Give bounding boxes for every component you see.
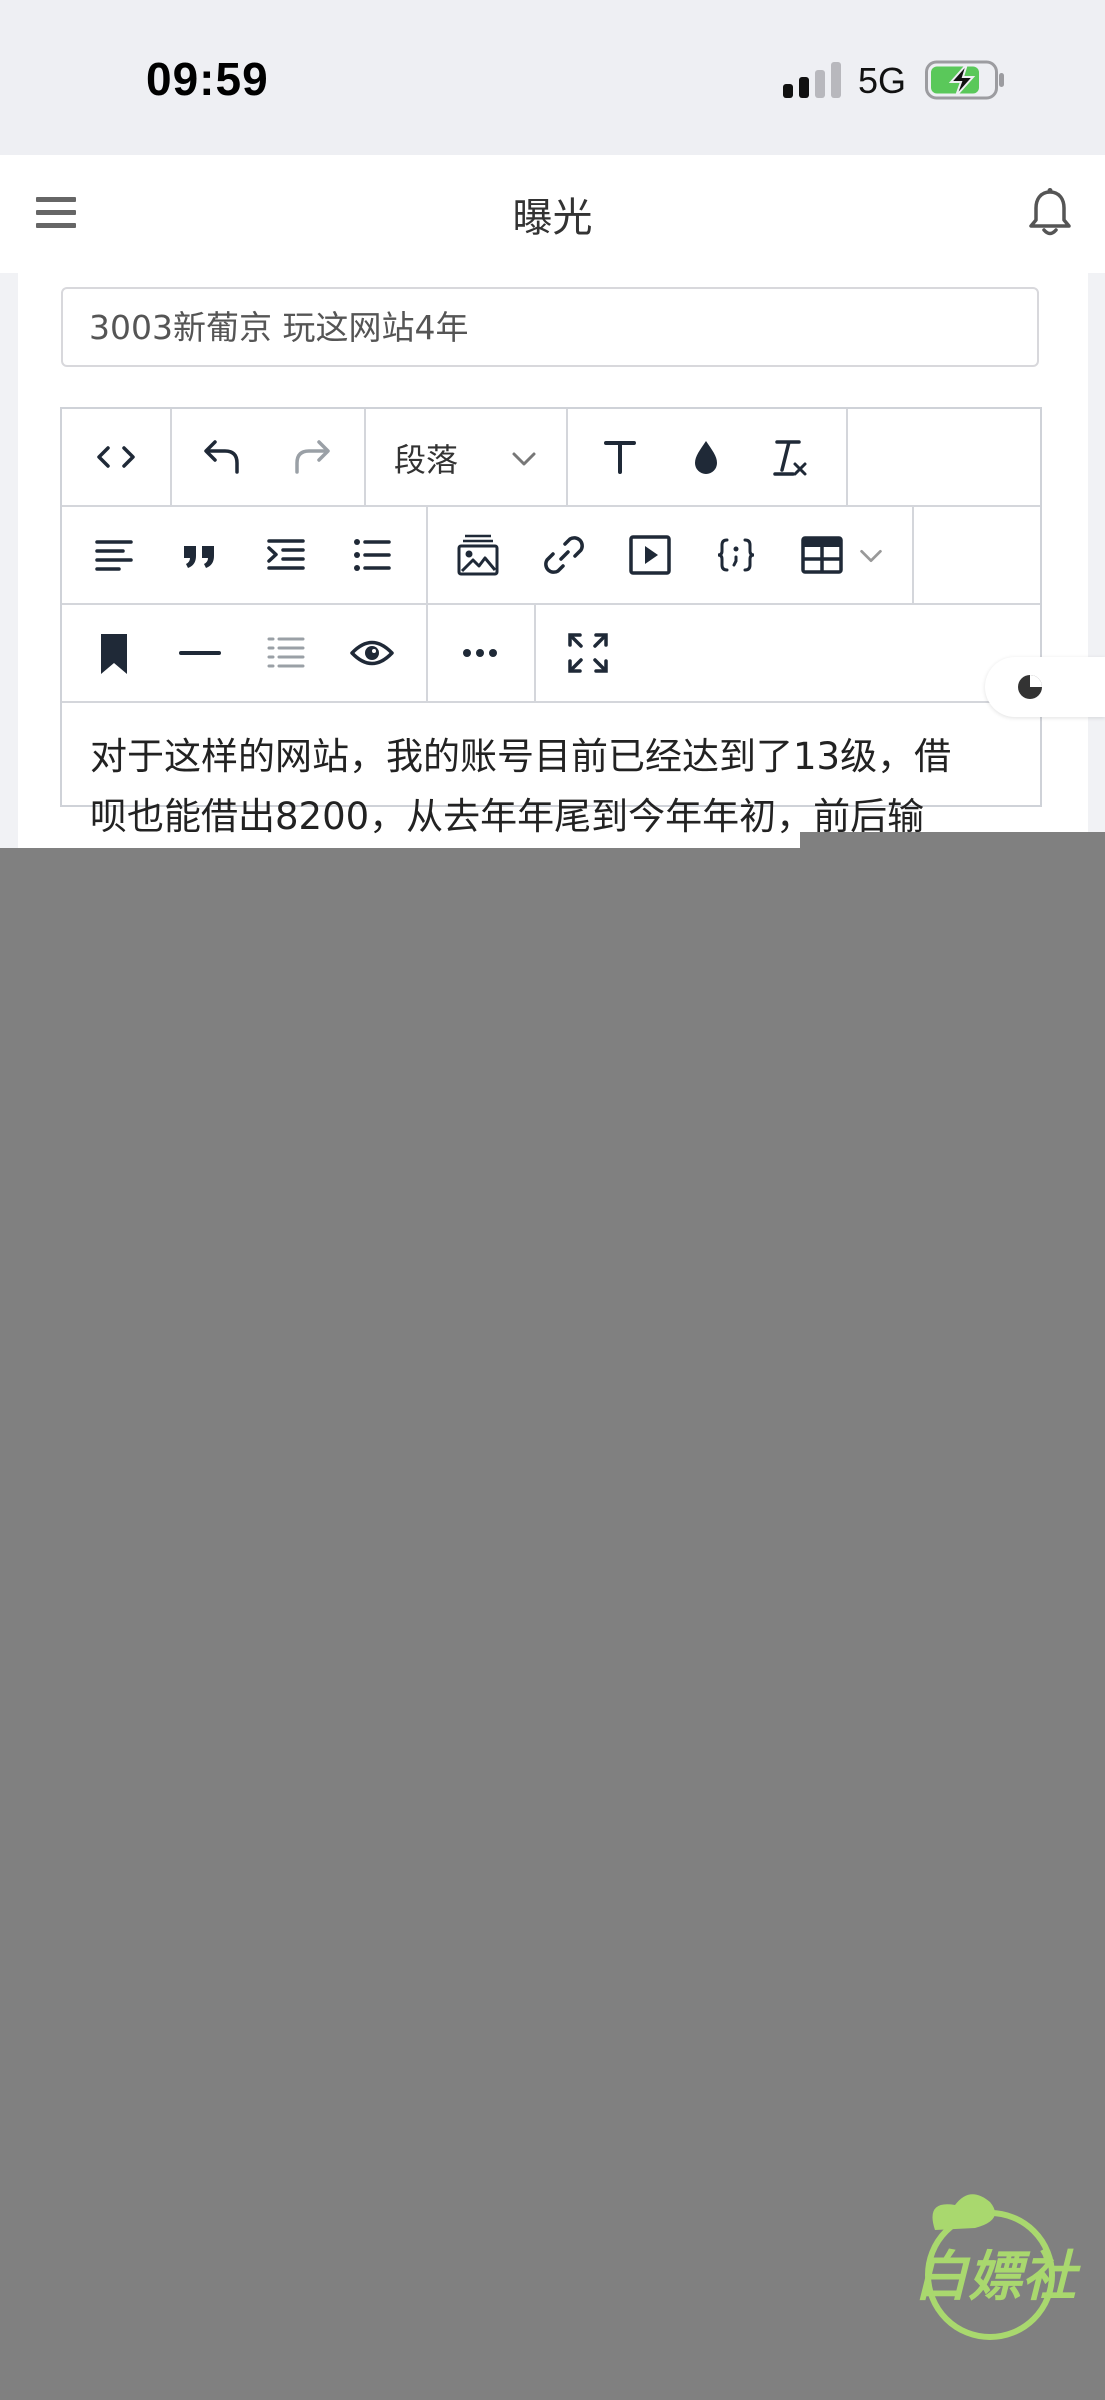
blockquote-button[interactable] [176,531,224,579]
floating-side-button[interactable] [985,657,1105,717]
clear-format-button[interactable] [764,433,812,481]
redo-icon [295,440,330,474]
align-left-icon [95,540,133,571]
table-of-contents-button[interactable] [262,629,310,677]
paragraph-format-dropdown[interactable]: 段落 [364,409,568,505]
code-view-button[interactable] [92,433,140,481]
toolbar-row-3 [62,605,1040,703]
sticker-icon [1018,675,1042,699]
modal-overlay[interactable] [0,848,1105,2400]
indent-button[interactable] [262,531,310,579]
insert-image-button[interactable] [454,531,502,579]
insert-table-button[interactable] [798,531,846,579]
preview-button[interactable] [348,629,396,677]
toolbar-group [426,605,536,701]
font-size-button[interactable] [596,433,644,481]
content-area: 3003新葡京 玩这网站4年 段落 对于这样的网站，我的账号目前已经达到了13级… [0,273,1105,848]
status-time: 09:59 [146,53,269,105]
notification-bell-icon[interactable] [1026,187,1074,239]
editor-line: 对于这样的网站，我的账号目前已经达到了13级，借 [90,735,952,778]
bullet-list-button[interactable] [348,531,396,579]
image-icon [457,534,499,576]
toolbar-group [62,409,172,505]
table-icon [801,536,843,574]
video-play-icon [629,535,671,575]
redo-button[interactable] [288,433,336,481]
editor-body[interactable]: 对于这样的网站，我的账号目前已经达到了13级，借 呗也能借出8200，从去年年尾… [90,727,1020,847]
battery-charging-icon [925,60,1004,100]
toolbar-group [62,507,428,603]
toolbar-row-1: 段落 [62,409,1040,507]
insert-video-button[interactable] [626,531,674,579]
color-drop-icon [695,441,717,474]
toolbar-group [566,409,848,505]
network-type: 5G [858,60,907,101]
more-dots-icon [463,649,497,657]
toolbar-group [62,605,428,701]
chevron-down-icon [512,452,536,466]
clear-formatting-icon [773,440,807,476]
bookmark-button[interactable] [90,629,138,677]
undo-icon [204,440,239,474]
code-braces-icon [717,538,755,572]
more-options-button[interactable] [456,629,504,677]
status-bar: 09:59 5G [0,0,1105,155]
toolbar-row-2 [62,507,1040,605]
page-title: 曝光 [512,195,593,241]
link-icon [544,536,584,574]
chevron-down-icon[interactable] [856,541,886,571]
quote-icon [184,546,214,568]
toolbar-group [426,507,914,603]
editor-card: 3003新葡京 玩这网站4年 段落 对于这样的网站，我的账号目前已经达到了13级… [18,273,1088,848]
fullscreen-icon [568,633,608,673]
watermark-logo: 白嫖社 [914,2194,1081,2340]
horizontal-rule-button[interactable] [176,629,224,677]
align-button[interactable] [90,531,138,579]
watermark-text: 白嫖社 [914,2245,1081,2308]
text-color-button[interactable] [682,433,730,481]
paragraph-format-label: 段落 [394,441,459,479]
horizontal-line-icon [179,651,221,655]
post-title-input[interactable]: 3003新葡京 玩这网站4年 [61,287,1039,367]
indent-icon [267,539,305,570]
list-icon [354,539,391,571]
cellular-signal-icon [783,62,841,98]
app-header: 曝光 [0,155,1105,274]
code-block-button[interactable] [712,531,760,579]
eye-icon [350,640,394,666]
bookmark-icon [101,634,127,674]
toolbar-group [170,409,366,505]
undo-button[interactable] [198,433,246,481]
toc-list-icon [267,637,305,668]
text-size-icon [604,441,636,474]
fullscreen-button[interactable] [564,629,612,677]
editor-toolbar: 段落 对于这样的网站，我的账号目前已经达到了13级，借 呗也能借出8200，从去… [60,407,1042,838]
code-icon [97,446,135,468]
toolbar-group [534,605,642,701]
insert-link-button[interactable] [540,531,588,579]
